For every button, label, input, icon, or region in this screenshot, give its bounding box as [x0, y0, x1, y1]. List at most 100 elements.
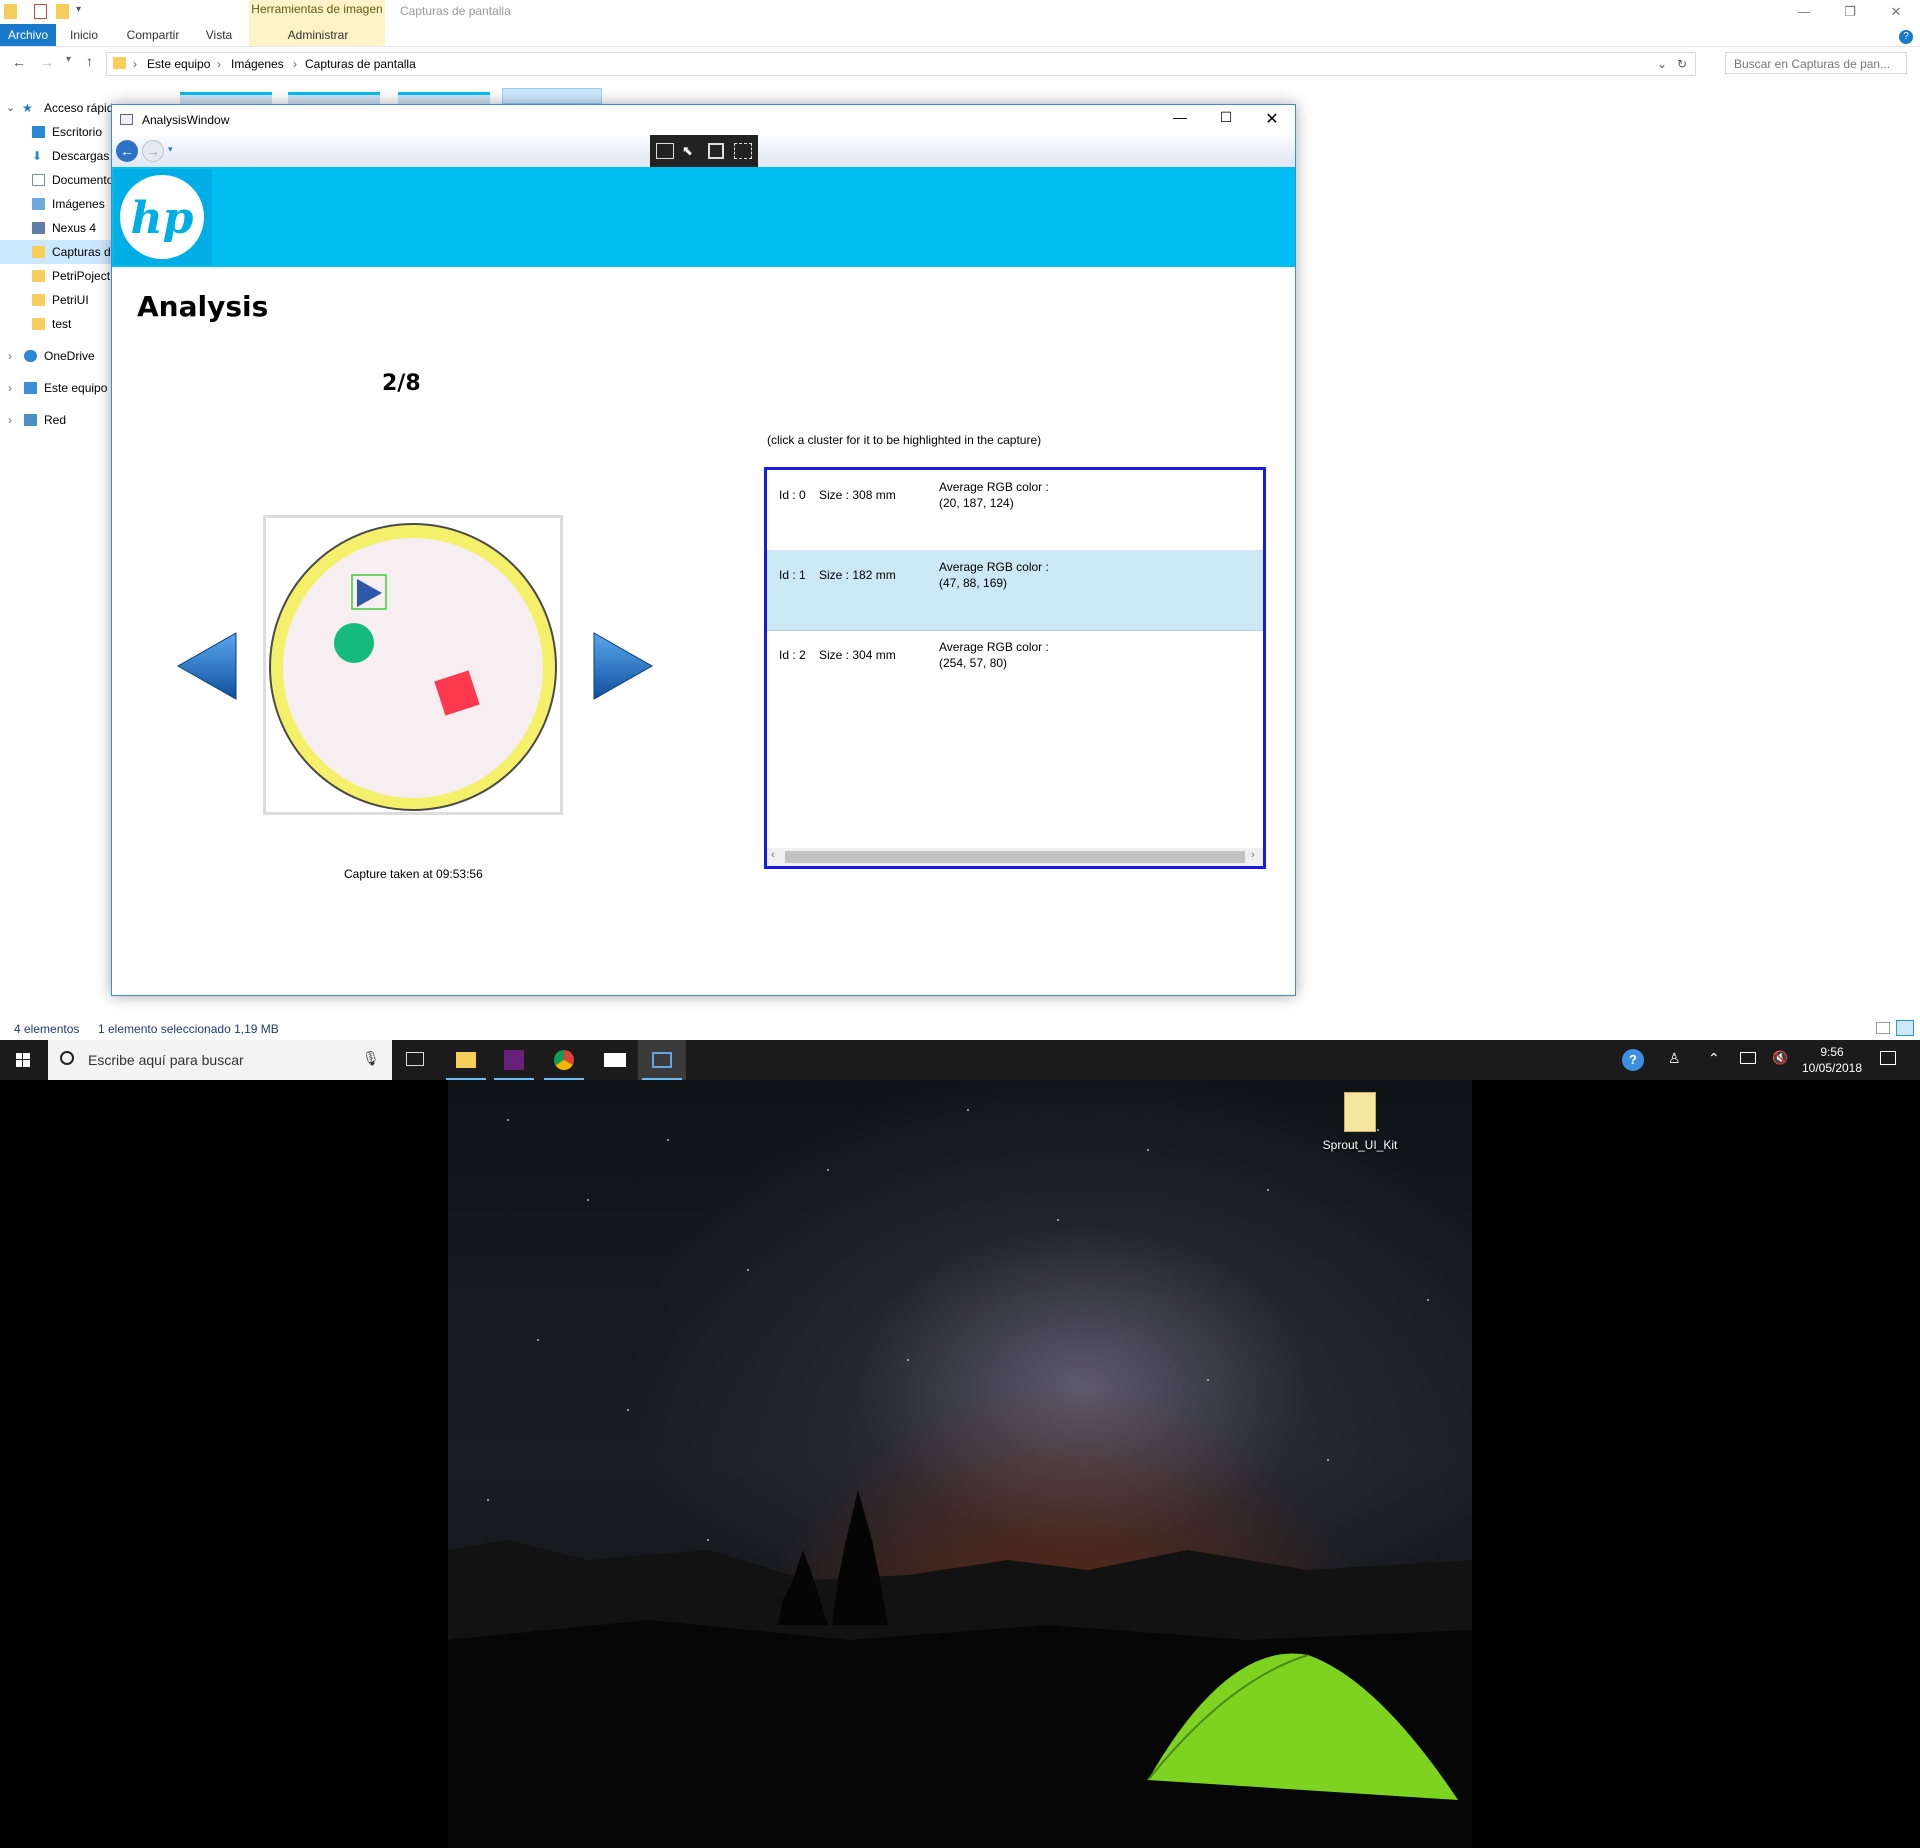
- nav-item-documents[interactable]: Documentos: [0, 168, 112, 192]
- list-item[interactable]: Id : 0 Size : 308 mm Average RGB color :…: [767, 470, 1263, 551]
- header-banner: hp: [112, 167, 1295, 267]
- nav-item-este-equipo[interactable]: › Este equipo: [0, 376, 112, 400]
- petri-dish-image: [269, 523, 557, 811]
- nav-item-pictures[interactable]: Imágenes: [0, 192, 112, 216]
- horizontal-scrollbar[interactable]: ‹ ›: [767, 848, 1263, 866]
- chevron-down-icon[interactable]: ⌄: [6, 96, 15, 120]
- nav-item-desktop[interactable]: Escritorio: [0, 120, 112, 144]
- taskbar-app-file-explorer[interactable]: [442, 1040, 490, 1080]
- search-input[interactable]: Buscar en Capturas de pan...: [1725, 52, 1907, 74]
- file-thumbnail-selected[interactable]: [502, 88, 602, 104]
- help-icon[interactable]: ?: [1622, 1049, 1644, 1071]
- select-element-icon[interactable]: ⬉: [682, 143, 700, 159]
- help-icon[interactable]: ?: [1896, 24, 1916, 46]
- minimize-button[interactable]: —: [1784, 2, 1824, 22]
- breadcrumb-imagenes[interactable]: Imágenes: [231, 57, 284, 71]
- folder-icon[interactable]: [4, 4, 17, 19]
- taskbar-app-analysis[interactable]: [638, 1040, 686, 1080]
- live-tree-icon[interactable]: [656, 143, 674, 159]
- chevron-down-icon[interactable]: ▾: [76, 4, 89, 19]
- details-view-icon[interactable]: [1876, 1022, 1890, 1034]
- folder-icon: [1344, 1092, 1376, 1132]
- start-button[interactable]: [0, 1040, 46, 1080]
- task-view-icon[interactable]: [406, 1052, 424, 1066]
- nav-item-petripoject[interactable]: PetriPoject: [0, 264, 112, 288]
- cluster-rgb: (20, 187, 124): [939, 496, 1014, 510]
- back-arrow-icon[interactable]: ←: [12, 54, 26, 70]
- network-icon: [24, 414, 37, 426]
- maximize-button[interactable]: ☐: [1208, 109, 1244, 126]
- properties-icon[interactable]: [34, 4, 47, 19]
- refresh-icon[interactable]: ↻: [1677, 57, 1687, 71]
- taskbar-app-visual-studio[interactable]: [490, 1040, 538, 1080]
- chevron-down-icon[interactable]: ⌄: [1657, 57, 1667, 71]
- chevron-right-icon[interactable]: ›: [8, 344, 12, 368]
- recent-locations-icon[interactable]: ▾: [66, 54, 71, 65]
- nav-item-capturas[interactable]: Capturas de pantalla: [0, 240, 112, 264]
- next-arrow-icon[interactable]: [590, 631, 654, 701]
- forward-arrow-icon[interactable]: →: [40, 54, 54, 70]
- taskbar-search-box[interactable]: Escribe aquí para buscar 🎙: [48, 1040, 392, 1080]
- tab-compartir[interactable]: Compartir: [122, 24, 184, 46]
- nav-item-downloads[interactable]: ⬇ Descargas: [0, 144, 112, 168]
- notification-icon[interactable]: [1880, 1051, 1896, 1065]
- previous-arrow-icon[interactable]: [176, 631, 240, 701]
- taskbar-app-chrome[interactable]: [540, 1040, 588, 1080]
- back-arrow-icon[interactable]: ←: [116, 140, 138, 162]
- display-adorners-icon[interactable]: [708, 143, 724, 159]
- taskbar-clock[interactable]: 9:56 10/05/2018: [1790, 1044, 1874, 1076]
- cloud-icon: [24, 350, 37, 362]
- folder-icon: [32, 318, 45, 330]
- network-icon[interactable]: [1740, 1052, 1756, 1064]
- chevron-right-icon[interactable]: ›: [8, 408, 12, 432]
- close-button[interactable]: ✕: [1254, 109, 1290, 129]
- tab-archivo[interactable]: Archivo: [0, 24, 56, 46]
- large-icons-view-icon[interactable]: [1896, 1020, 1914, 1036]
- nav-item-quick-access[interactable]: ⌄ ★ Acceso rápido: [0, 96, 112, 120]
- folder-icon: [32, 294, 45, 306]
- chevron-left-icon[interactable]: ‹: [771, 849, 775, 861]
- nav-item-onedrive[interactable]: › OneDrive: [0, 344, 112, 368]
- up-arrow-icon[interactable]: ↑: [86, 53, 93, 69]
- folder-icon: [32, 270, 45, 282]
- track-focus-icon[interactable]: [734, 143, 752, 159]
- taskbar-search-input[interactable]: Escribe aquí para buscar: [88, 1052, 244, 1068]
- new-folder-icon[interactable]: [56, 4, 69, 19]
- chevron-down-icon[interactable]: ▾: [168, 144, 173, 155]
- taskbar-app-mail[interactable]: [590, 1040, 638, 1080]
- minimize-button[interactable]: —: [1162, 109, 1198, 125]
- people-icon[interactable]: ♙: [1668, 1050, 1681, 1067]
- cluster-green[interactable]: [334, 623, 374, 663]
- restore-button[interactable]: ❐: [1830, 2, 1870, 22]
- nav-item-nexus[interactable]: Nexus 4: [0, 216, 112, 240]
- capture-image[interactable]: [263, 515, 563, 815]
- device-icon: [32, 222, 45, 234]
- chevron-up-icon[interactable]: ⌃: [1708, 1050, 1720, 1067]
- breadcrumb-separator-icon: ›: [217, 57, 221, 71]
- computer-icon: [24, 382, 37, 394]
- breadcrumb-este-equipo[interactable]: Este equipo: [147, 57, 210, 71]
- nav-item-test[interactable]: test: [0, 312, 112, 336]
- nav-item-red[interactable]: › Red: [0, 408, 112, 432]
- ribbon-tabs: Archivo Inicio Compartir Vista Administr…: [0, 24, 1920, 47]
- folder-icon: [113, 57, 126, 69]
- scrollbar-thumb[interactable]: [785, 851, 1245, 863]
- chevron-right-icon[interactable]: ›: [1251, 849, 1255, 861]
- tab-inicio[interactable]: Inicio: [64, 24, 104, 46]
- clock-date: 10/05/2018: [1801, 1061, 1863, 1075]
- tab-vista[interactable]: Vista: [202, 24, 236, 46]
- forward-arrow-icon[interactable]: →: [142, 140, 164, 162]
- list-item[interactable]: Id : 2 Size : 304 mm Average RGB color :…: [767, 630, 1263, 710]
- close-button[interactable]: ✕: [1876, 2, 1916, 22]
- cluster-list[interactable]: Id : 0 Size : 308 mm Average RGB color :…: [764, 467, 1266, 869]
- breadcrumb-capturas[interactable]: Capturas de pantalla: [305, 57, 416, 71]
- volume-muted-icon[interactable]: 🔇: [1772, 1050, 1788, 1066]
- nav-item-petriui[interactable]: PetriUI: [0, 288, 112, 312]
- microphone-icon[interactable]: 🎙: [362, 1050, 380, 1067]
- context-tab-group: Herramientas de imagen: [251, 2, 383, 16]
- tab-administrar[interactable]: Administrar: [278, 24, 358, 46]
- list-item-selected[interactable]: Id : 1 Size : 182 mm Average RGB color :…: [767, 550, 1263, 631]
- breadcrumb-separator-icon: ›: [293, 57, 297, 71]
- address-bar[interactable]: › Este equipo › Imágenes › Capturas de p…: [106, 52, 1696, 76]
- chevron-right-icon[interactable]: ›: [8, 376, 12, 400]
